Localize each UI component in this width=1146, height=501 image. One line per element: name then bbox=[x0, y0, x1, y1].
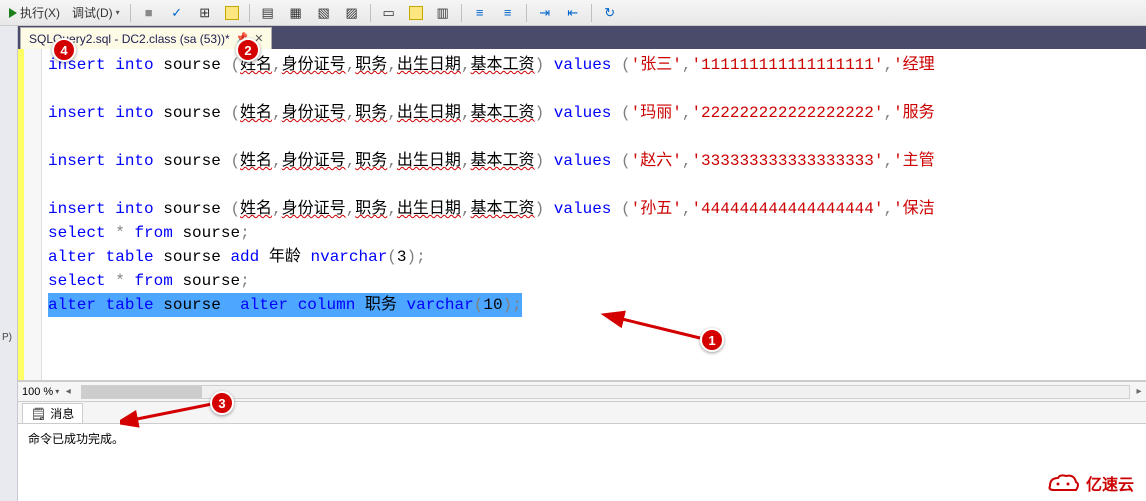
horizontal-scrollbar[interactable] bbox=[81, 385, 1130, 399]
separator bbox=[591, 4, 592, 22]
messages-icon: 🗒 bbox=[31, 407, 46, 421]
debug-label: 调试(D) bbox=[72, 4, 113, 21]
decrease-font-button[interactable]: ⇤ bbox=[560, 2, 586, 24]
separator bbox=[526, 4, 527, 22]
comment-icon: ▭ bbox=[381, 5, 397, 21]
file-results-icon: ▧ bbox=[316, 5, 332, 21]
watermark-text: 亿速云 bbox=[1086, 471, 1134, 495]
execute-button[interactable]: 执行(X) bbox=[4, 2, 65, 24]
editor-area: insert into sourse (姓名,身份证号,职务,出生日期,基本工资… bbox=[18, 49, 1146, 381]
left-sidebar[interactable]: P) bbox=[0, 26, 18, 501]
indent-icon: ≡ bbox=[472, 5, 488, 21]
messages-text: 命令已成功完成。 bbox=[28, 432, 124, 446]
indent-button[interactable]: ≡ bbox=[467, 2, 493, 24]
plan-button[interactable]: ▨ bbox=[339, 2, 365, 24]
separator bbox=[461, 4, 462, 22]
chevron-down-icon: ▾ bbox=[116, 8, 120, 17]
results-to-file-button[interactable]: ▧ bbox=[311, 2, 337, 24]
uncomment-icon bbox=[409, 6, 423, 20]
separator bbox=[249, 4, 250, 22]
watermark-logo-icon bbox=[1046, 472, 1080, 494]
separator bbox=[370, 4, 371, 22]
scrollbar-thumb[interactable] bbox=[82, 386, 202, 398]
messages-body: 命令已成功完成。 bbox=[18, 424, 1146, 474]
messages-panel: 🗒 消息 命令已成功完成。 bbox=[18, 401, 1146, 474]
stop-icon: ■ bbox=[141, 5, 157, 21]
params-icon: ▥ bbox=[435, 5, 451, 21]
increase-font-button[interactable]: ⇥ bbox=[532, 2, 558, 24]
font-plus-icon: ⇥ bbox=[537, 5, 553, 21]
annotation-badge-3: 3 bbox=[210, 391, 234, 415]
stop-button[interactable]: ■ bbox=[136, 2, 162, 24]
results-to-text-button[interactable]: ▤ bbox=[255, 2, 281, 24]
scroll-left-icon[interactable]: ◂ bbox=[61, 386, 75, 397]
run-icon bbox=[9, 8, 17, 18]
breakpoint-strip[interactable] bbox=[24, 49, 42, 380]
outdent-button[interactable]: ≡ bbox=[495, 2, 521, 24]
results-to-grid-button[interactable]: ▦ bbox=[283, 2, 309, 24]
uncomment-button[interactable] bbox=[404, 2, 428, 24]
text-results-icon: ▤ bbox=[260, 5, 276, 21]
messages-tab-bar: 🗒 消息 bbox=[18, 402, 1146, 424]
editor-tab-bar: SQLQuery2.sql - DC2.class (sa (53))* 📌 ✕ bbox=[0, 26, 1146, 49]
annotation-badge-4: 4 bbox=[52, 38, 76, 62]
messages-tab[interactable]: 🗒 消息 bbox=[22, 403, 83, 423]
check-button[interactable]: ✓ bbox=[164, 2, 190, 24]
refresh-icon: ↻ bbox=[602, 5, 618, 21]
grid-results-icon: ▦ bbox=[288, 5, 304, 21]
zoom-value[interactable]: 100 % bbox=[22, 386, 53, 398]
debug-button[interactable]: 调试(D) ▾ bbox=[67, 2, 125, 24]
annotation-badge-1: 1 bbox=[700, 328, 724, 352]
sql-editor[interactable]: insert into sourse (姓名,身份证号,职务,出生日期,基本工资… bbox=[42, 49, 1146, 380]
separator bbox=[130, 4, 131, 22]
show-results-button[interactable] bbox=[220, 2, 244, 24]
params-button[interactable]: ▥ bbox=[430, 2, 456, 24]
plan-icon: ▨ bbox=[344, 5, 360, 21]
left-sidebar-label: P) bbox=[0, 326, 17, 349]
outline-icon: ⊞ bbox=[197, 5, 213, 21]
comment-button[interactable]: ▭ bbox=[376, 2, 402, 24]
outdent-icon: ≡ bbox=[500, 5, 516, 21]
execute-label: 执行(X) bbox=[20, 4, 60, 21]
font-minus-icon: ⇤ bbox=[565, 5, 581, 21]
check-icon: ✓ bbox=[169, 5, 185, 21]
outline-button[interactable]: ⊞ bbox=[192, 2, 218, 24]
annotation-badge-2: 2 bbox=[236, 38, 260, 62]
refresh-button[interactable]: ↻ bbox=[597, 2, 623, 24]
grid-icon bbox=[225, 6, 239, 20]
toolbar: 执行(X) 调试(D) ▾ ■ ✓ ⊞ ▤ ▦ ▧ ▨ ▭ ▥ ≡ ≡ ⇥ ⇤ … bbox=[0, 0, 1146, 26]
zoom-row: 100 % ▾ ◂ ▸ bbox=[18, 381, 1146, 401]
zoom-chevron-icon[interactable]: ▾ bbox=[55, 387, 59, 396]
watermark: 亿速云 bbox=[1046, 471, 1134, 495]
messages-tab-label: 消息 bbox=[50, 405, 74, 422]
scroll-right-icon[interactable]: ▸ bbox=[1132, 386, 1146, 397]
